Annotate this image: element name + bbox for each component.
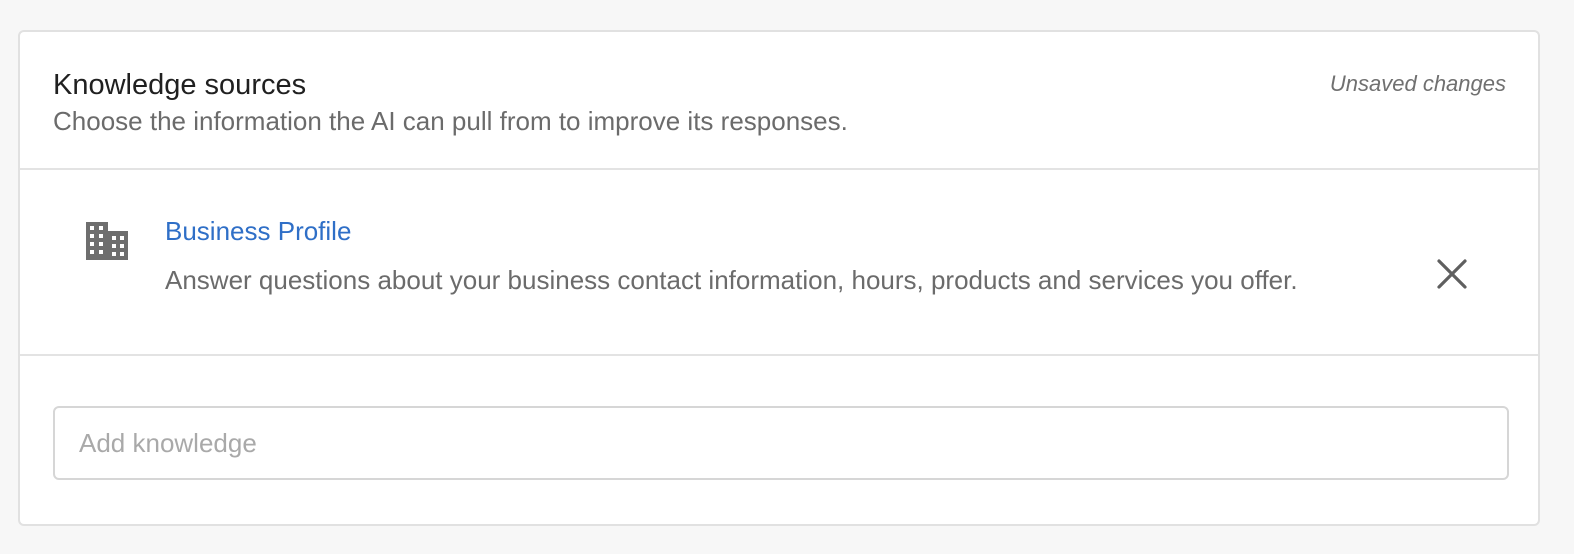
card-subtitle: Choose the information the AI can pull f… bbox=[53, 106, 848, 136]
add-knowledge-input[interactable] bbox=[53, 406, 1509, 480]
knowledge-sources-card: Knowledge sources Choose the information… bbox=[18, 30, 1540, 526]
source-description: Answer questions about your business con… bbox=[165, 265, 1298, 295]
building-icon bbox=[86, 222, 128, 260]
knowledge-source-item: Business Profile Answer questions about … bbox=[20, 170, 1538, 356]
card-header: Knowledge sources Choose the information… bbox=[20, 32, 1538, 170]
unsaved-changes-status: Unsaved changes bbox=[1329, 71, 1506, 96]
card-title: Knowledge sources bbox=[53, 69, 307, 101]
source-name-link[interactable]: Business Profile bbox=[165, 215, 351, 247]
remove-source-button[interactable] bbox=[1432, 254, 1472, 294]
add-knowledge-section bbox=[20, 356, 1538, 526]
